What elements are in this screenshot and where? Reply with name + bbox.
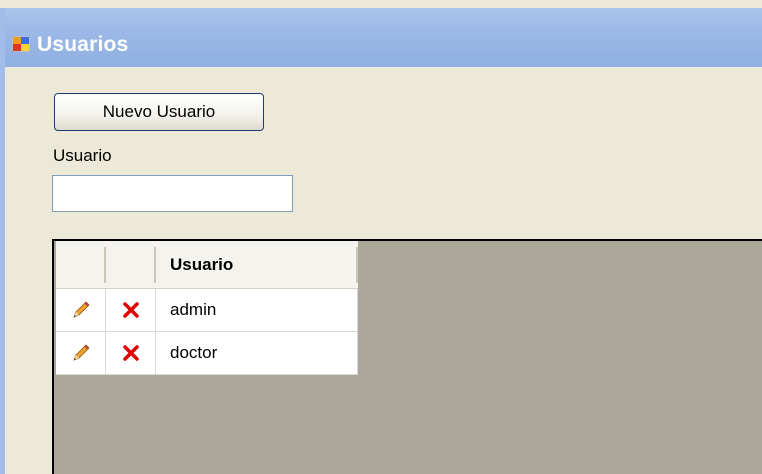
table-row[interactable]: admin [56, 289, 358, 332]
title-bar[interactable]: Usuarios [0, 8, 762, 67]
pencil-icon[interactable] [71, 300, 91, 320]
delete-x-icon[interactable] [122, 301, 140, 319]
delete-x-icon[interactable] [122, 344, 140, 362]
user-filter-input[interactable] [52, 175, 293, 212]
edit-cell[interactable] [56, 289, 106, 331]
window-title: Usuarios [37, 33, 129, 56]
header-edit-column[interactable] [56, 247, 106, 283]
app-window-icon [11, 35, 31, 53]
edit-cell[interactable] [56, 332, 106, 374]
new-user-button[interactable]: Nuevo Usuario [54, 93, 264, 131]
window-left-border [0, 8, 5, 474]
usuario-cell[interactable]: admin [156, 289, 358, 331]
users-grid[interactable]: Usuario admin doctor [52, 239, 762, 474]
table-row[interactable]: doctor [56, 332, 358, 375]
usuario-cell[interactable]: doctor [156, 332, 358, 374]
user-filter-label: Usuario [53, 146, 112, 165]
delete-cell[interactable] [106, 332, 156, 374]
grid-header: Usuario [56, 241, 358, 289]
users-window: Usuarios Nuevo Usuario Usuario Usuario a… [0, 0, 762, 474]
header-delete-column[interactable] [106, 247, 156, 283]
pencil-icon[interactable] [71, 343, 91, 363]
header-usuario-column[interactable]: Usuario [156, 247, 358, 283]
delete-cell[interactable] [106, 289, 156, 331]
